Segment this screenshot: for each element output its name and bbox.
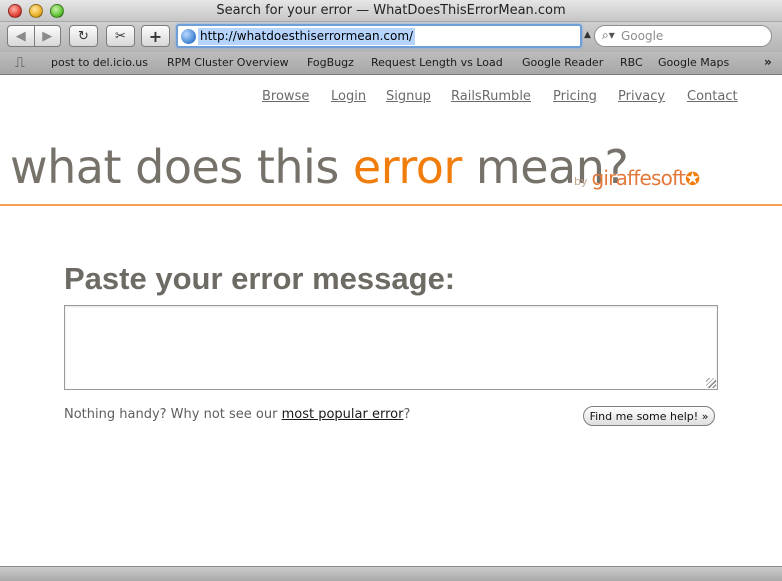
forward-button[interactable]: ▶	[33, 26, 61, 46]
nav-link-browse[interactable]: Browse	[262, 89, 309, 104]
globe-icon	[181, 29, 196, 44]
snapback-arrow-icon[interactable]: ▲	[584, 30, 591, 40]
find-help-button[interactable]: Find me some help! »	[583, 406, 715, 426]
search-icon[interactable]: ⌕▾	[602, 28, 615, 43]
logo-brand: giraffesoft	[591, 166, 686, 190]
most-popular-error-link[interactable]: most popular error	[282, 407, 404, 422]
bookmarks-bar: ⎍ post to del.icio.us RPM Cluster Overvi…	[0, 52, 782, 75]
logo-text-accent: error	[352, 140, 462, 194]
error-message-textarea[interactable]	[64, 305, 718, 390]
reload-button[interactable]: ↻	[69, 25, 98, 47]
snapback-button[interactable]: ✂	[106, 25, 135, 47]
bookmark-item[interactable]: Request Length vs Load	[371, 56, 503, 69]
nav-link-pricing[interactable]: Pricing	[553, 89, 597, 104]
browser-toolbar: ◀ ▶ ↻ ✂ + http://whatdoesthiserrormean.c…	[0, 22, 782, 52]
bookmark-item[interactable]: post to del.icio.us	[51, 56, 148, 69]
address-bar[interactable]: http://whatdoesthiserrormean.com/	[176, 24, 582, 48]
title-bar: Search for your error — WhatDoesThisErro…	[0, 0, 782, 22]
resize-grip-icon[interactable]	[706, 378, 716, 388]
status-bar	[0, 566, 782, 581]
add-bookmark-button[interactable]: +	[141, 25, 170, 47]
hint-text: Nothing handy? Why not see our	[64, 407, 282, 422]
popular-error-hint: Nothing handy? Why not see our most popu…	[64, 407, 410, 422]
bookmarks-book-icon[interactable]: ⎍	[15, 55, 25, 71]
bookmark-item[interactable]: RPM Cluster Overview	[167, 56, 289, 69]
back-button[interactable]: ◀	[8, 26, 34, 46]
bookmark-item[interactable]: Google Maps	[658, 56, 729, 69]
page-heading: Paste your error message:	[64, 261, 456, 296]
logo-by-label: by	[574, 175, 588, 188]
reload-icon: ↻	[78, 28, 89, 44]
giraffesoft-logo[interactable]: by giraffesoft✪	[574, 166, 700, 190]
forward-arrow-icon: ▶	[42, 28, 53, 44]
nav-link-login[interactable]: Login	[331, 89, 366, 104]
star-icon: ✪	[685, 169, 701, 190]
back-forward-group: ◀ ▶	[7, 25, 61, 47]
bookmark-item[interactable]: FogBugz	[307, 56, 354, 69]
plus-icon: +	[148, 26, 163, 46]
bookmark-item[interactable]: RBC	[620, 56, 643, 69]
site-logo[interactable]: what does this error mean?	[10, 140, 629, 194]
nav-link-signup[interactable]: Signup	[386, 89, 431, 104]
search-field[interactable]: ⌕▾ Google	[594, 25, 772, 47]
hint-suffix: ?	[403, 407, 411, 422]
address-input[interactable]: http://whatdoesthiserrormean.com/	[198, 28, 416, 45]
bookmarks-overflow-icon[interactable]: »	[764, 55, 772, 69]
logo-text-start: what does this	[10, 140, 353, 194]
bookmark-item[interactable]: Google Reader	[522, 56, 603, 69]
snapback-icon: ✂	[115, 28, 126, 44]
search-input[interactable]: Google	[621, 29, 663, 43]
nav-link-contact[interactable]: Contact	[687, 89, 738, 104]
back-arrow-icon: ◀	[15, 28, 26, 44]
nav-link-railsrumble[interactable]: RailsRumble	[451, 89, 531, 104]
window-title: Search for your error — WhatDoesThisErro…	[216, 3, 566, 18]
nav-link-privacy[interactable]: Privacy	[618, 89, 665, 104]
header-divider	[0, 204, 782, 206]
